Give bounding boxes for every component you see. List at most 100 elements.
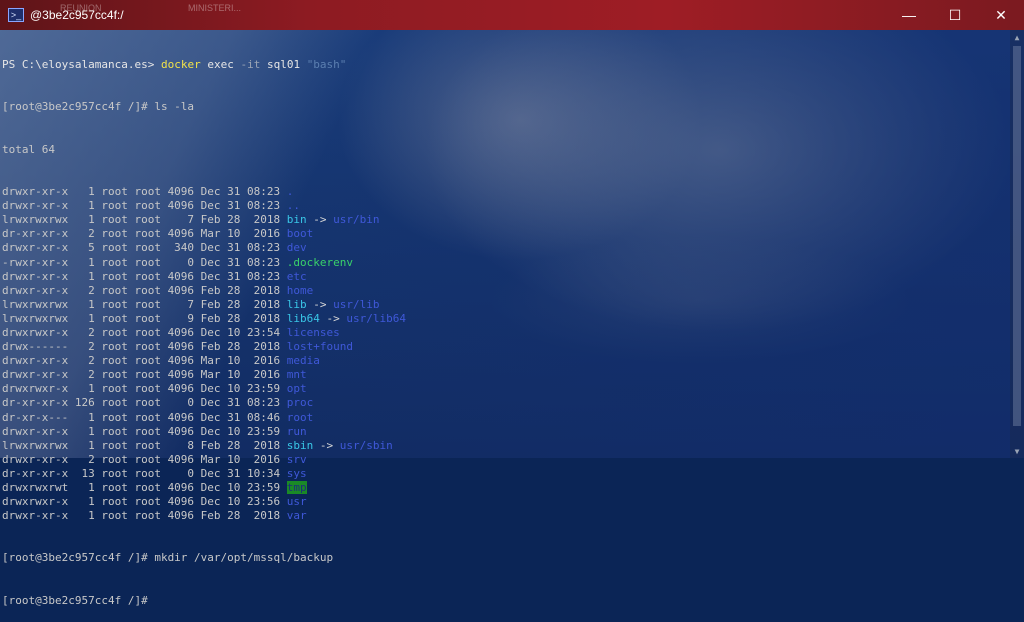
maximize-button[interactable]: ☐ <box>932 0 978 30</box>
minimize-button[interactable]: — <box>886 0 932 30</box>
listing-meta: drwxrwxr-x 1 root root 4096 Dec 10 23:59 <box>2 382 287 396</box>
scroll-up-icon[interactable]: ▲ <box>1010 30 1024 44</box>
listing-meta: lrwxrwxrwx 1 root root 7 Feb 28 2018 <box>2 297 287 311</box>
listing-meta: dr-xr-xr-x 126 root root 0 Dec 31 08:23 <box>2 396 287 410</box>
listing-name: lost+found <box>286 340 354 354</box>
symlink-target: usr/lib <box>333 297 380 311</box>
minimize-icon: — <box>902 7 916 23</box>
listing-name: opt <box>286 382 307 396</box>
listing-row: lrwxrwxrwx 1 root root 7 Feb 28 2018 bin… <box>2 213 1010 227</box>
listing-name: licenses <box>286 325 340 339</box>
maximize-icon: ☐ <box>948 6 962 23</box>
vertical-scrollbar[interactable]: ▲ ▼ <box>1010 30 1024 458</box>
listing-name: proc <box>286 396 314 410</box>
symlink-target: usr/lib64 <box>346 311 407 325</box>
listing-meta: drwxrwxr-x 2 root root 4096 Dec 10 23:54 <box>2 325 287 339</box>
current-prompt-line[interactable]: [root@3be2c957cc4f /]# <box>2 594 1010 608</box>
listing-row: drwxr-xr-x 1 root root 4096 Dec 31 08:23… <box>2 185 1010 199</box>
listing-meta: drwxr-xr-x 1 root root 4096 Feb 28 2018 <box>2 509 287 523</box>
directory-listing: drwxr-xr-x 1 root root 4096 Dec 31 08:23… <box>2 185 1010 523</box>
listing-row: drwxr-xr-x 1 root root 4096 Dec 31 08:23… <box>2 270 1010 284</box>
scroll-down-icon[interactable]: ▼ <box>1010 444 1024 458</box>
listing-name: usr <box>286 495 307 509</box>
ps-prompt: PS C:\eloysalamanca.es> <box>2 58 161 72</box>
listing-meta: drwxrwxrwt 1 root root 4096 Dec 10 23:59 <box>2 481 287 494</box>
listing-name: .dockerenv <box>286 255 354 269</box>
listing-row: drwxr-xr-x 1 root root 4096 Dec 31 08:23… <box>2 199 1010 213</box>
listing-name: . <box>286 185 294 199</box>
listing-name: dev <box>286 241 307 255</box>
listing-meta: dr-xr-xr-x 2 root root 4096 Mar 10 2016 <box>2 227 287 241</box>
listing-meta: lrwxrwxrwx 1 root root 9 Feb 28 2018 <box>2 311 287 325</box>
listing-meta: drwxr-xr-x 2 root root 4096 Mar 10 2016 <box>2 354 287 368</box>
listing-row: drwxr-xr-x 2 root root 4096 Mar 10 2016 … <box>2 368 1010 382</box>
symlink-arrow: -> <box>306 297 334 311</box>
listing-meta: drwxrwxr-x 1 root root 4096 Dec 10 23:56 <box>2 495 287 509</box>
listing-meta: -rwxr-xr-x 1 root root 0 Dec 31 08:23 <box>2 255 287 269</box>
listing-row: lrwxrwxrwx 1 root root 9 Feb 28 2018 lib… <box>2 312 1010 326</box>
listing-name: srv <box>286 452 307 466</box>
listing-row: drwxrwxrwt 1 root root 4096 Dec 10 23:59… <box>2 481 1010 495</box>
background-window-label: MINISTERI... <box>188 3 242 13</box>
listing-row: dr-xr-xr-x 126 root root 0 Dec 31 08:23 … <box>2 396 1010 410</box>
listing-meta: drwxr-xr-x 1 root root 4096 Dec 31 08:23 <box>2 185 287 199</box>
listing-meta: lrwxrwxrwx 1 root root 8 Feb 28 2018 <box>2 438 287 452</box>
listing-meta: drwx------ 2 root root 4096 Feb 28 2018 <box>2 340 287 354</box>
title-bar[interactable]: REUNION MINISTERI... >_ @3be2c957cc4f:/ … <box>0 0 1024 30</box>
cmd-flag: -it <box>240 58 261 72</box>
listing-meta: drwxr-xr-x 5 root root 340 Dec 31 08:23 <box>2 241 287 255</box>
listing-name: bin <box>286 213 307 227</box>
listing-row: drwx------ 2 root root 4096 Feb 28 2018 … <box>2 340 1010 354</box>
listing-row: dr-xr-xr-x 13 root root 0 Dec 31 10:34 s… <box>2 467 1010 481</box>
listing-row: drwxr-xr-x 1 root root 4096 Dec 10 23:59… <box>2 425 1010 439</box>
listing-row: drwxrwxr-x 2 root root 4096 Dec 10 23:54… <box>2 326 1010 340</box>
listing-row: drwxr-xr-x 2 root root 4096 Mar 10 2016 … <box>2 354 1010 368</box>
listing-meta: drwxr-xr-x 2 root root 4096 Feb 28 2018 <box>2 283 287 297</box>
cmd-exec: exec <box>200 58 241 72</box>
scroll-thumb[interactable] <box>1013 46 1021 426</box>
prompt-mkdir-line: [root@3be2c957cc4f /]# mkdir /var/opt/ms… <box>2 551 334 565</box>
window-controls: — ☐ ✕ <box>886 0 1024 30</box>
listing-row: drwxrwxr-x 1 root root 4096 Dec 10 23:59… <box>2 382 1010 396</box>
listing-name: var <box>286 509 307 523</box>
powershell-icon[interactable]: >_ <box>8 8 24 22</box>
listing-row: lrwxrwxrwx 1 root root 7 Feb 28 2018 lib… <box>2 298 1010 312</box>
listing-meta: dr-xr-x--- 1 root root 4096 Dec 31 08:46 <box>2 410 287 424</box>
symlink-arrow: -> <box>313 438 340 452</box>
listing-name: media <box>286 354 320 368</box>
listing-row: drwxrwxr-x 1 root root 4096 Dec 10 23:56… <box>2 495 1010 509</box>
listing-meta: dr-xr-xr-x 13 root root 0 Dec 31 10:34 <box>2 466 287 480</box>
listing-row: dr-xr-x--- 1 root root 4096 Dec 31 08:46… <box>2 411 1010 425</box>
ps-command-line: PS C:\eloysalamanca.es> docker exec -it … <box>2 58 1010 72</box>
prompt-ls-line: [root@3be2c957cc4f /]# ls -la <box>2 100 195 114</box>
listing-name: etc <box>286 269 307 283</box>
listing-meta: drwxr-xr-x 1 root root 4096 Dec 10 23:59 <box>2 424 287 438</box>
listing-row: dr-xr-xr-x 2 root root 4096 Mar 10 2016 … <box>2 227 1010 241</box>
symlink-target: usr/bin <box>333 213 380 227</box>
total-line: total 64 <box>2 142 55 156</box>
powershell-icon-glyph: >_ <box>10 9 22 20</box>
listing-meta: drwxr-xr-x 1 root root 4096 Dec 31 08:23 <box>2 199 287 213</box>
symlink-target: usr/sbin <box>339 438 393 452</box>
symlink-arrow: -> <box>306 213 334 227</box>
listing-meta: drwxr-xr-x 2 root root 4096 Mar 10 2016 <box>2 452 287 466</box>
symlink-arrow: -> <box>319 311 347 325</box>
listing-name: sbin <box>286 438 314 452</box>
listing-row: drwxr-xr-x 5 root root 340 Dec 31 08:23 … <box>2 241 1010 255</box>
listing-meta: drwxr-xr-x 1 root root 4096 Dec 31 08:23 <box>2 269 287 283</box>
listing-name: boot <box>286 227 314 241</box>
listing-name: lib64 <box>286 311 320 325</box>
listing-row: -rwxr-xr-x 1 root root 0 Dec 31 08:23 .d… <box>2 256 1010 270</box>
listing-row: drwxr-xr-x 2 root root 4096 Mar 10 2016 … <box>2 453 1010 467</box>
listing-name: sys <box>286 466 307 480</box>
listing-row: drwxr-xr-x 2 root root 4096 Feb 28 2018 … <box>2 284 1010 298</box>
terminal-output[interactable]: PS C:\eloysalamanca.es> docker exec -it … <box>2 30 1010 607</box>
listing-meta: lrwxrwxrwx 1 root root 7 Feb 28 2018 <box>2 213 287 227</box>
close-icon: ✕ <box>995 6 1007 23</box>
listing-name: run <box>286 424 307 438</box>
listing-name: tmp <box>286 481 307 494</box>
close-button[interactable]: ✕ <box>978 0 1024 30</box>
cmd-docker: docker <box>160 58 201 72</box>
listing-name: lib <box>286 297 307 311</box>
listing-name: mnt <box>286 368 307 382</box>
